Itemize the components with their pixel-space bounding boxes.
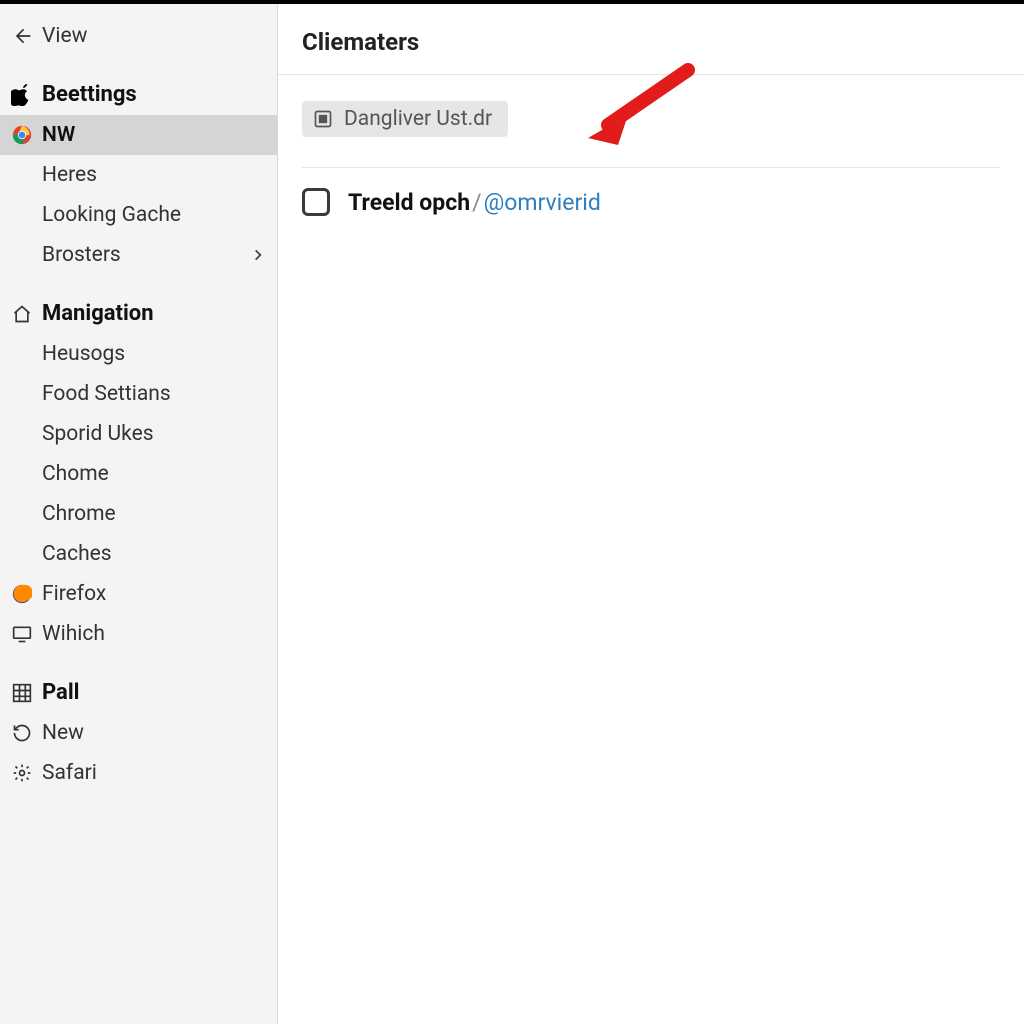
main-panel: Cliematers Dangliver Ust.dr Treeld opch … [278, 4, 1024, 1024]
item-label: Firefox [42, 582, 106, 606]
item-label: NW [42, 123, 75, 147]
apple-icon [8, 84, 36, 106]
item-label: Caches [42, 542, 112, 566]
section-label: Manigation [42, 301, 154, 326]
item-label: Safari [42, 761, 97, 785]
back-arrow-icon [8, 26, 36, 46]
sidebar-item-brosters[interactable]: Brosters [0, 235, 277, 275]
item-label: Chome [42, 462, 109, 486]
sidebar-item-sporid-ukes[interactable]: Sporid Ukes [0, 414, 277, 454]
sidebar-item-heres[interactable]: Heres [0, 155, 277, 195]
gear-icon [8, 763, 36, 783]
sidebar-item-firefox[interactable]: Firefox [0, 574, 277, 614]
refresh-icon [8, 723, 36, 743]
sidebar: View Beettings NW Heres Looking Gache Br… [0, 4, 278, 1024]
item-label: Food Settians [42, 382, 171, 406]
sidebar-item-chome[interactable]: Chome [0, 454, 277, 494]
item-label: Wihich [42, 622, 105, 646]
item-label: Heusogs [42, 342, 125, 366]
item-label: Sporid Ukes [42, 422, 154, 446]
file-icon [312, 108, 334, 130]
sidebar-item-chrome[interactable]: Chrome [0, 494, 277, 534]
sidebar-item-nw[interactable]: NW [0, 115, 277, 155]
checkbox[interactable] [302, 188, 330, 216]
section-label: Beettings [42, 82, 137, 107]
sidebar-item-wihich[interactable]: Wihich [0, 614, 277, 654]
list-item[interactable]: Treeld opch / @omrvierid [302, 188, 1000, 216]
sidebar-item-looking-gache[interactable]: Looking Gache [0, 195, 277, 235]
sidebar-item-heusogs[interactable]: Heusogs [0, 334, 277, 374]
monitor-icon [8, 625, 36, 643]
sidebar-view-label: View [42, 24, 87, 48]
grid-icon [8, 683, 36, 703]
file-name: Dangliver Ust.dr [344, 107, 492, 131]
item-label: Brosters [42, 243, 121, 267]
annotation-arrow-icon [578, 60, 698, 150]
sidebar-view[interactable]: View [0, 16, 277, 56]
chrome-icon [8, 125, 36, 145]
file-item[interactable]: Dangliver Ust.dr [302, 101, 508, 137]
item-separator: / [472, 189, 482, 216]
item-label: Chrome [42, 502, 116, 526]
item-label: New [42, 721, 84, 745]
item-label: Treeld opch [348, 189, 470, 216]
sidebar-section-manigation[interactable]: Manigation [0, 293, 277, 334]
firefox-icon [8, 584, 36, 604]
sidebar-item-safari[interactable]: Safari [0, 753, 277, 793]
house-icon [8, 304, 36, 324]
section-label: Pall [42, 680, 79, 705]
item-label: Heres [42, 163, 97, 187]
item-handle: @omrvierid [484, 189, 601, 216]
sidebar-section-pall[interactable]: Pall [0, 672, 277, 713]
sidebar-section-beettings[interactable]: Beettings [0, 74, 277, 115]
sidebar-item-new[interactable]: New [0, 713, 277, 753]
sidebar-item-food-settians[interactable]: Food Settians [0, 374, 277, 414]
sidebar-item-caches[interactable]: Caches [0, 534, 277, 574]
item-label: Looking Gache [42, 203, 181, 227]
chevron-right-icon [251, 248, 265, 262]
divider [302, 167, 1000, 168]
